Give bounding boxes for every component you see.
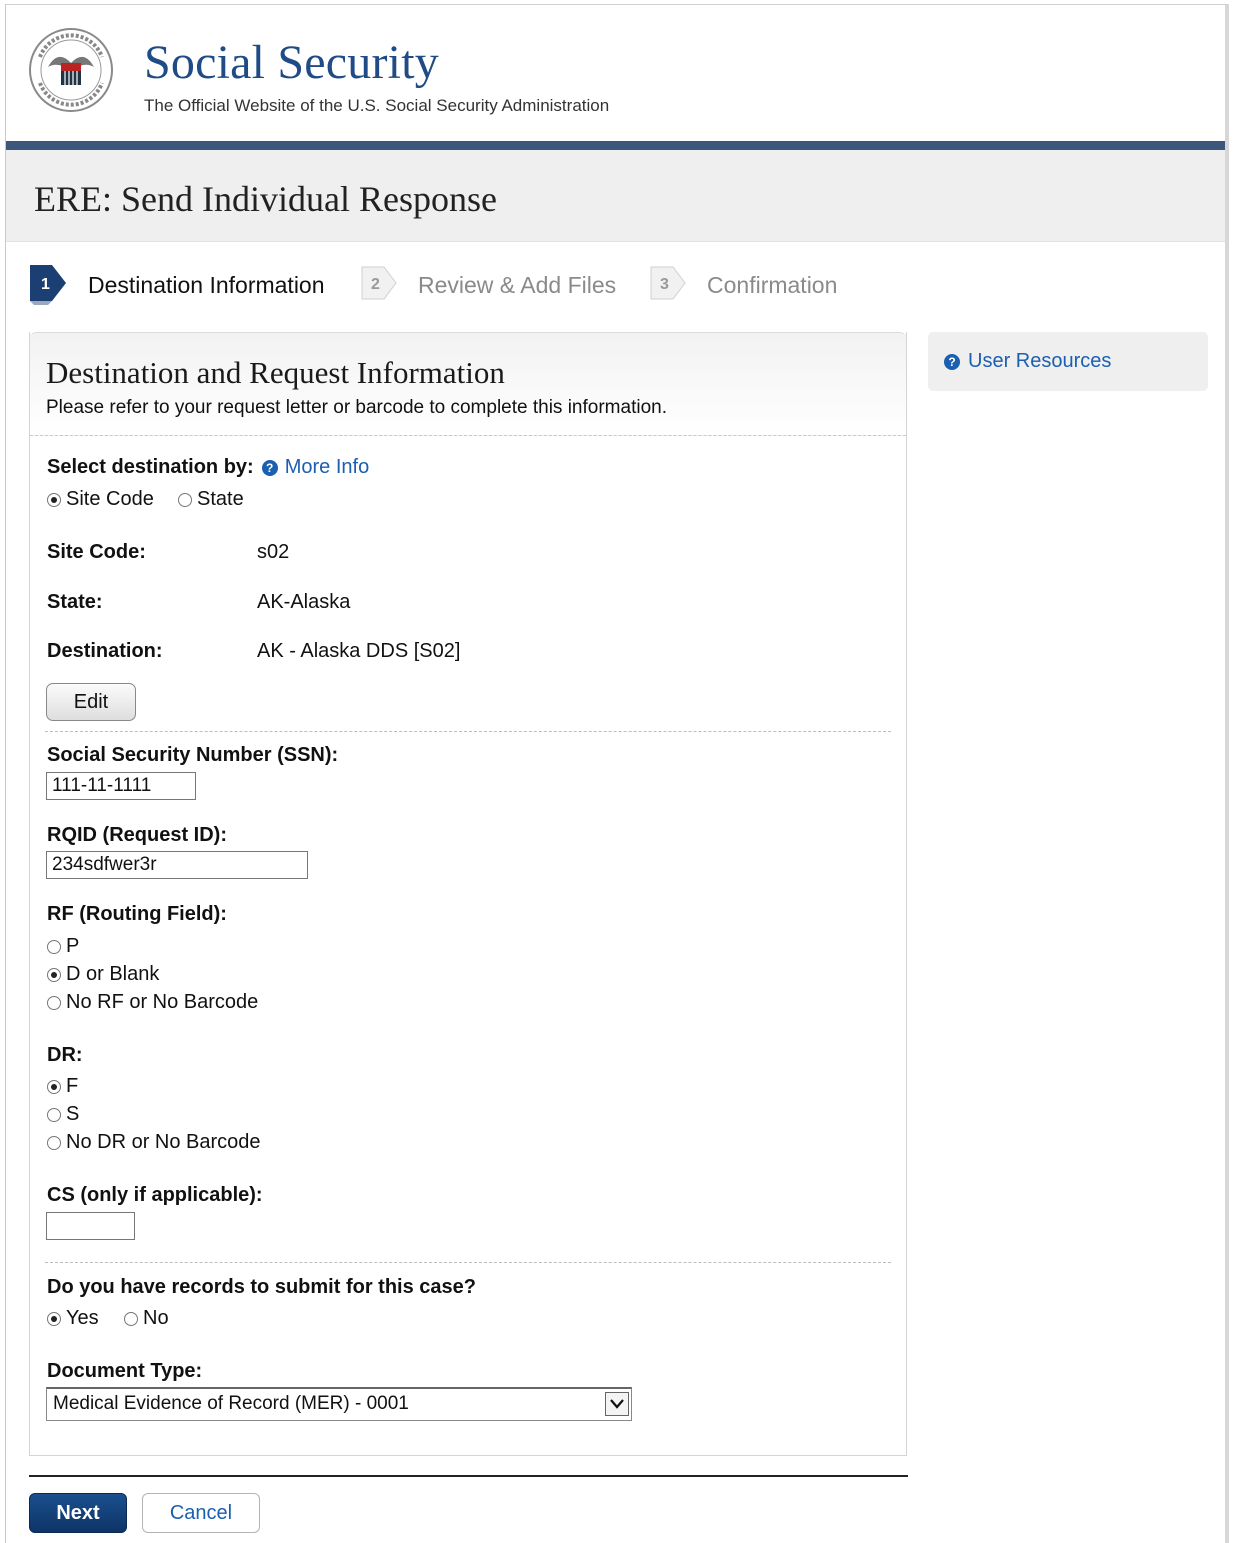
site-code-radio[interactable] [47,492,61,507]
svg-text:1: 1 [41,276,50,293]
step-2-badge-icon: 2 [361,266,397,300]
edit-button[interactable]: Edit [46,683,136,721]
section-divider [45,731,891,732]
page-title: ERE: Send Individual Response [34,179,497,219]
rf-d-label: D or Blank [66,963,160,985]
site-code-option-label: Site Code [66,488,154,510]
svg-text:2: 2 [371,276,380,293]
state-option-label: State [197,488,244,510]
state-value: AK-Alaska [257,591,351,613]
dr-none-radio[interactable] [47,1135,61,1150]
step-3-badge-icon: 3 [650,266,686,300]
rf-d-radio[interactable] [47,967,61,982]
more-info-link[interactable]: More Info [285,456,369,479]
rf-option-d-or-blank[interactable]: D or Blank [47,963,159,986]
user-resources-link[interactable]: ? User Resources [944,350,1111,373]
rf-p-radio[interactable] [47,939,61,954]
cancel-button[interactable]: Cancel [142,1493,260,1533]
records-yes-radio[interactable] [47,1311,61,1326]
header-divider-bar [6,141,1225,150]
panel-subtitle: Please refer to your request letter or b… [46,397,667,418]
document-type-selected-value: Medical Evidence of Record (MER) - 0001 [53,1393,409,1414]
ssn-label: Social Security Number (SSN): [47,744,339,766]
rf-option-no-rf[interactable]: No RF or No Barcode [47,991,258,1014]
dr-option-no-dr[interactable]: No DR or No Barcode [47,1131,261,1154]
help-icon: ? [944,353,960,370]
dr-f-radio[interactable] [47,1079,61,1094]
step-2-label: Review & Add Files [418,271,617,298]
records-option-yes[interactable]: Yes [47,1307,99,1330]
select-destination-label: Select destination by: [47,456,254,478]
destination-by-site-code-option[interactable]: Site Code [47,488,154,511]
destination-label: Destination: [47,640,163,662]
state-radio[interactable] [178,492,192,507]
records-no-radio[interactable] [124,1311,138,1326]
step-3-label: Confirmation [707,271,838,298]
dr-label: DR: [47,1044,83,1066]
destination-select-row: Select destination by: ? More Info [47,456,369,479]
records-yes-label: Yes [66,1307,99,1329]
site-header: Social Security The Official Website of … [6,5,1225,141]
cs-input[interactable] [46,1212,135,1240]
site-code-value: s02 [257,541,290,563]
site-title: Social Security [144,36,439,89]
rf-p-label: P [66,935,80,957]
rf-option-p[interactable]: P [47,935,79,958]
svg-text:3: 3 [660,276,669,293]
dr-option-f[interactable]: F [47,1075,78,1098]
rqid-input[interactable] [46,851,308,879]
ssn-input[interactable] [46,772,196,800]
user-resources-box: ? User Resources [928,332,1208,391]
user-resources-label: User Resources [968,350,1112,372]
dr-s-radio[interactable] [47,1107,61,1122]
destination-by-state-option[interactable]: State [178,488,244,511]
document-type-select[interactable]: Medical Evidence of Record (MER) - 0001 [46,1387,632,1421]
rf-label: RF (Routing Field): [47,903,227,925]
step-review-add-files: 2 Review & Add Files [358,263,616,307]
rf-none-radio[interactable] [47,995,61,1010]
destination-value: AK - Alaska DDS [S02] [257,640,461,662]
state-label: State: [47,591,103,613]
page-heading-band: ERE: Send Individual Response [6,150,1225,242]
records-no-label: No [143,1307,169,1329]
ssa-seal-icon [29,28,113,112]
rqid-label: RQID (Request ID): [47,824,227,846]
step-1-label: Destination Information [88,271,325,298]
destination-request-panel: Destination and Request Information Plea… [29,332,907,1456]
step-destination-information: 1 Destination Information [28,263,325,307]
panel-header: Destination and Request Information Plea… [30,332,906,436]
step-confirmation: 3 Confirmation [647,263,837,307]
help-icon: ? [261,459,278,476]
next-button[interactable]: Next [29,1493,127,1533]
cs-label: CS (only if applicable): [47,1184,263,1206]
dr-option-s[interactable]: S [47,1103,79,1126]
panel-title: Destination and Request Information [46,355,505,390]
actions-divider [29,1475,908,1477]
dr-f-label: F [66,1075,79,1097]
records-option-no[interactable]: No [124,1307,169,1330]
document-type-label: Document Type: [47,1360,203,1382]
site-code-label: Site Code: [47,541,146,563]
site-subtitle: The Official Website of the U.S. Social … [144,96,610,115]
page-frame: Social Security The Official Website of … [5,4,1229,1543]
dr-none-label: No DR or No Barcode [66,1131,261,1153]
chevron-down-icon[interactable] [605,1392,629,1416]
records-question-label: Do you have records to submit for this c… [47,1276,476,1298]
dr-s-label: S [66,1103,80,1125]
section-divider [45,1262,891,1263]
step-1-badge-icon: 1 [30,265,66,305]
rf-none-label: No RF or No Barcode [66,991,259,1013]
